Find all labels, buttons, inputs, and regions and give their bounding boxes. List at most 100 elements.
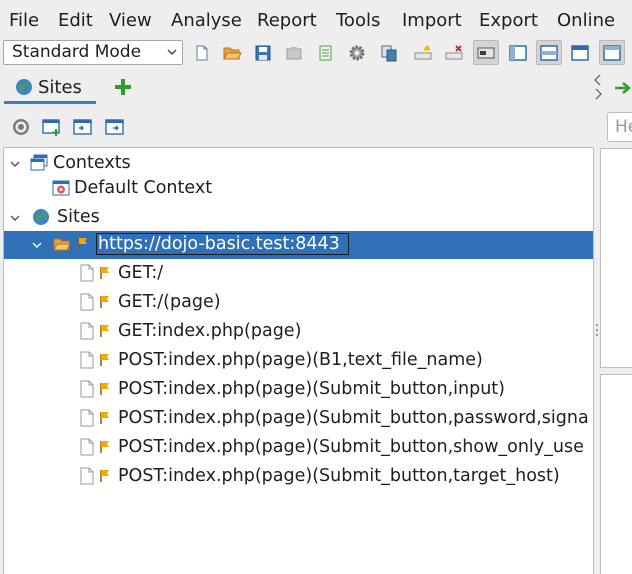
tree-node-label: POST:index.php(page)(Submit_button,passw… [118,408,589,428]
tree-node-request[interactable]: POST:index.php(page)(Submit_button,show_… [4,434,593,461]
import-context-icon [73,119,92,135]
tree-node-label: POST:index.php(page)(Submit_button,targe… [118,466,560,486]
menu-view[interactable]: View [109,10,152,32]
tab-scroll-buttons[interactable] [592,72,604,102]
arrow-right-icon [615,82,631,94]
document-icon [80,409,94,427]
mode-select-value: Standard Mode [12,42,142,62]
menu-file[interactable]: File [9,10,39,32]
menu-bar: File Edit View Analyse Report Tools Impo… [0,0,632,38]
request-panel [600,148,632,368]
add-tab-button[interactable] [113,77,133,97]
update-icon [381,45,397,61]
flag-icon [100,441,109,453]
menu-import[interactable]: Import [402,10,462,32]
menu-export[interactable]: Export [479,10,538,32]
save-icon [255,45,271,60]
tree-node-request[interactable]: GET:index.php(page) [4,318,593,345]
sites-tree[interactable]: Contexts Default Context Sites https://d… [3,147,594,574]
document-icon [80,380,94,398]
context-icon [52,180,70,196]
target-icon [13,119,29,135]
menu-analyse[interactable]: Analyse [171,10,242,32]
layout-panes-icon [603,44,621,61]
tree-node-default-context[interactable]: Default Context [4,175,593,202]
mode-select[interactable]: Standard Mode [3,40,183,65]
tree-node-request[interactable]: GET:/(page) [4,289,593,316]
layout-full-icon [509,44,527,61]
tree-node-sites[interactable]: Sites [4,204,593,231]
menu-online[interactable]: Online [557,10,615,32]
import-context-button[interactable] [72,116,94,138]
tree-node-label: GET:/ [118,263,164,283]
main-toolbar: Standard Mode [0,38,632,68]
document-icon [80,293,94,311]
layout-side-button[interactable] [536,40,562,65]
export-context-button[interactable] [104,116,126,138]
add-break-button[interactable] [410,40,436,65]
tree-node-contexts[interactable]: Contexts [4,150,593,177]
document-icon [80,467,94,485]
contexts-icon [30,154,48,171]
layout-side-icon [540,44,558,61]
break-remove-icon [445,44,463,59]
layout-panes-button[interactable] [599,40,625,65]
menu-report[interactable]: Report [257,10,317,32]
snapshot-icon [286,46,302,59]
tab-sites[interactable]: Sites [4,70,96,104]
open-session-button[interactable] [219,40,245,65]
new-session-button[interactable] [189,40,215,65]
chevron-down-icon[interactable] [31,239,43,251]
document-icon [80,438,94,456]
request-tab-arrow[interactable] [614,80,632,94]
folder-open-icon [223,47,242,59]
session-properties-button[interactable] [312,40,338,65]
globe-icon [16,79,32,95]
new-context-button[interactable] [41,116,63,138]
flag-icon [78,238,87,250]
tree-node-label: Default Context [74,178,213,198]
new-file-icon [196,45,208,60]
snapshot-session-button[interactable] [281,40,307,65]
request-search-field[interactable]: He [607,112,632,142]
flag-icon [100,325,109,337]
tree-node-request[interactable]: POST:index.php(page)(B1,text_file_name) [4,347,593,374]
options-button[interactable] [344,40,370,65]
document-icon [80,351,94,369]
layout-full-button[interactable] [505,40,531,65]
menu-edit[interactable]: Edit [58,10,93,32]
tree-node-request[interactable]: POST:index.php(page)(Submit_button,passw… [4,405,593,432]
show-in-scope-button[interactable] [10,116,32,138]
chevron-down-icon[interactable] [9,212,21,224]
remove-break-button[interactable] [441,40,467,65]
tree-node-label: Sites [57,207,100,227]
tree-node-label: POST:index.php(page)(Submit_button,input… [118,379,505,399]
menu-tools[interactable]: Tools [336,10,380,32]
tree-node-label: https://dojo-basic.test:8443 [98,234,340,254]
request-search-placeholder: He [615,117,632,137]
document-icon [80,264,94,282]
tree-node-host[interactable]: https://dojo-basic.test:8443 [4,231,593,259]
tab-strip: Sites [0,68,632,106]
save-session-button[interactable] [250,40,276,65]
flag-icon [100,412,109,424]
break-add-icon [414,45,432,59]
tree-node-request[interactable]: POST:index.php(page)(Submit_button,targe… [4,463,593,490]
check-updates-button[interactable] [376,40,402,65]
tree-node-label: Contexts [53,153,131,173]
document-properties-icon [319,45,332,60]
tab-sites-label: Sites [38,77,82,98]
tree-node-label: GET:/(page) [118,292,221,312]
chevron-down-icon [167,49,177,55]
tree-node-request[interactable]: GET:/ [4,260,593,287]
toggle-tab-names-button[interactable] [473,40,499,65]
new-context-icon [42,119,60,136]
plus-icon [115,79,131,95]
tree-node-label: POST:index.php(page)(Submit_button,show_… [118,437,584,457]
layout-tabs-button[interactable] [567,40,593,65]
document-icon [80,322,94,340]
tree-node-request[interactable]: POST:index.php(page)(Submit_button,input… [4,376,593,403]
chevron-down-icon[interactable] [9,158,21,170]
layout-tabs-icon [571,44,589,61]
sites-toolbar [0,108,600,144]
